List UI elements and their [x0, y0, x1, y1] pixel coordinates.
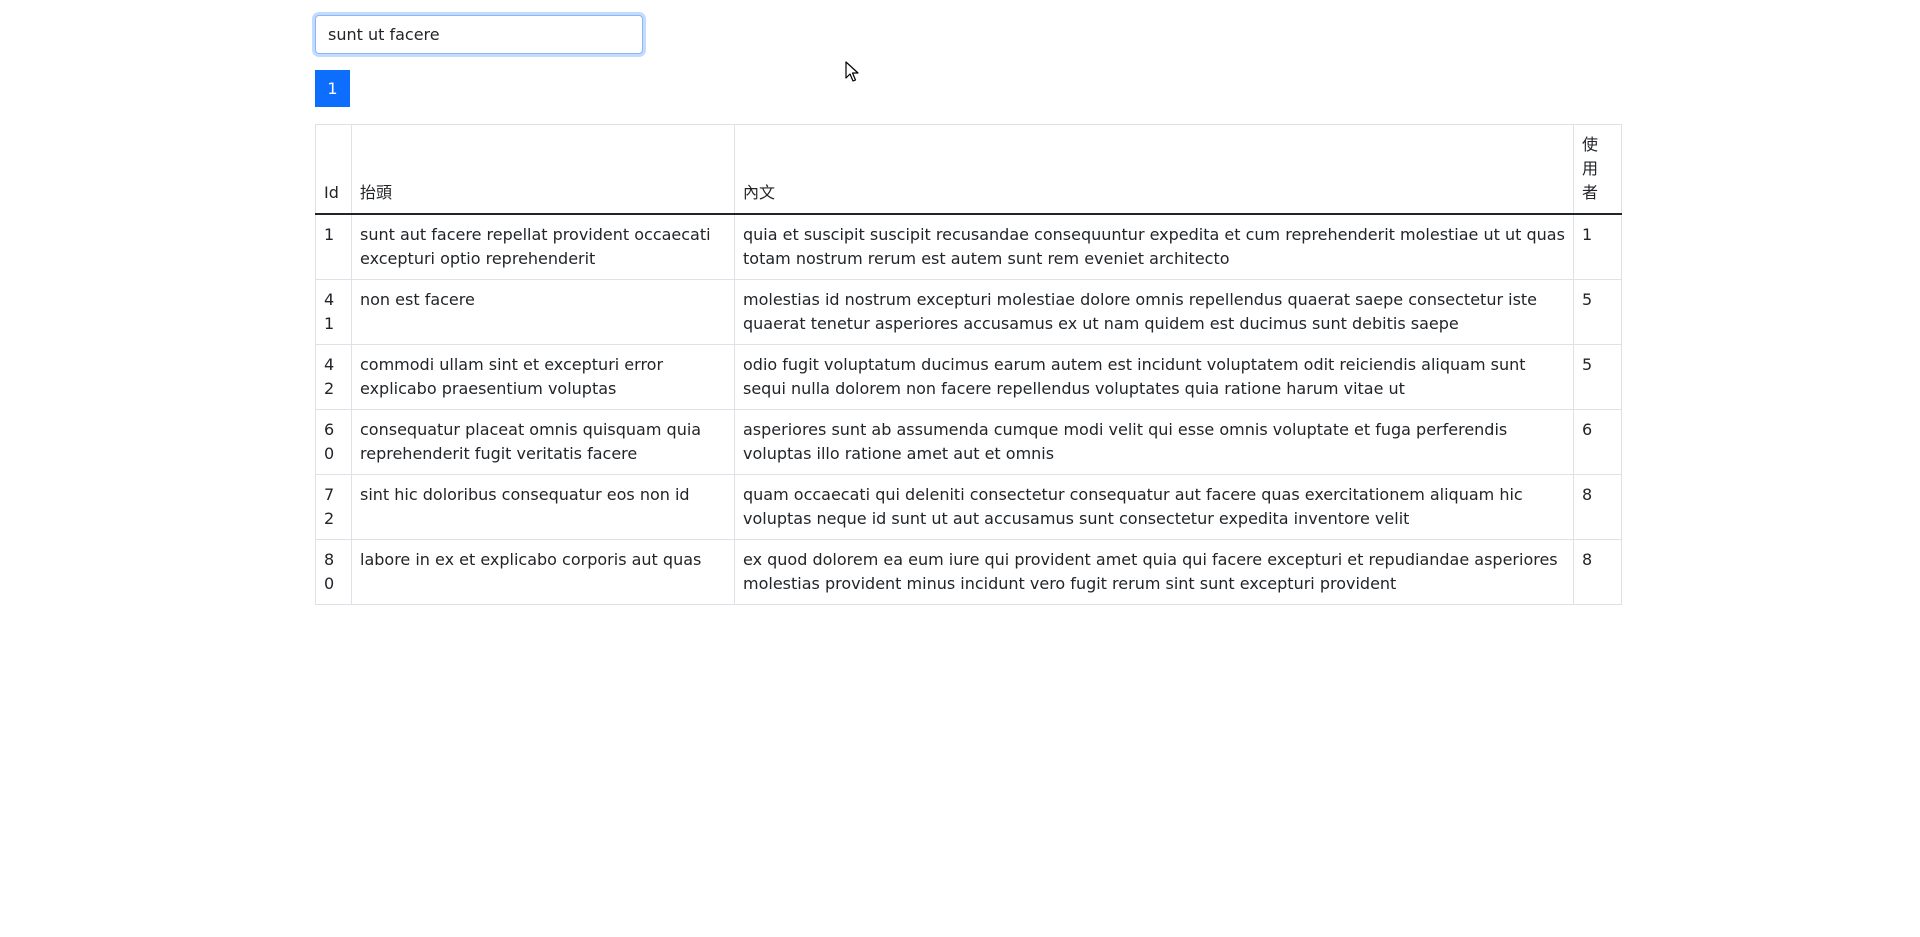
cell-title: non est facere: [351, 279, 735, 345]
cell-user: 1: [1573, 213, 1622, 280]
cell-body: quia et suscipit suscipit recusandae con…: [734, 213, 1574, 280]
table-row: 80 labore in ex et explicabo corporis au…: [315, 539, 1622, 605]
cell-title: consequatur placeat omnis quisquam quia …: [351, 409, 735, 475]
cell-id: 1: [315, 213, 352, 280]
header-user: 使用者: [1573, 124, 1622, 215]
cell-title: labore in ex et explicabo corporis aut q…: [351, 539, 735, 605]
table-row: 42 commodi ullam sint et excepturi error…: [315, 344, 1622, 410]
cell-id: 72: [315, 474, 352, 540]
header-id: Id: [315, 124, 352, 215]
cell-user: 5: [1573, 344, 1622, 410]
table-row: 60 consequatur placeat omnis quisquam qu…: [315, 409, 1622, 475]
table-row: 41 non est facere molestias id nostrum e…: [315, 279, 1622, 345]
cell-title: sunt aut facere repellat provident occae…: [351, 213, 735, 280]
cell-body: odio fugit voluptatum ducimus earum aute…: [734, 344, 1574, 410]
main-container: 1 Id 抬頭 內文 使用者 1 sunt aut facere repella…: [315, 15, 1622, 605]
cell-user: 6: [1573, 409, 1622, 475]
cell-id: 42: [315, 344, 352, 410]
cell-body: quam occaecati qui deleniti consectetur …: [734, 474, 1574, 540]
cell-title: sint hic doloribus consequatur eos non i…: [351, 474, 735, 540]
cell-body: asperiores sunt ab assumenda cumque modi…: [734, 409, 1574, 475]
cell-body: molestias id nostrum excepturi molestiae…: [734, 279, 1574, 345]
cell-title: commodi ullam sint et excepturi error ex…: [351, 344, 735, 410]
cell-user: 8: [1573, 539, 1622, 605]
table-row: 1 sunt aut facere repellat provident occ…: [315, 213, 1622, 280]
cell-id: 60: [315, 409, 352, 475]
cell-id: 41: [315, 279, 352, 345]
cell-id: 80: [315, 539, 352, 605]
table-header-row: Id 抬頭 內文 使用者: [315, 124, 1622, 215]
header-body: 內文: [734, 124, 1574, 215]
cell-body: ex quod dolorem ea eum iure qui providen…: [734, 539, 1574, 605]
header-title: 抬頭: [351, 124, 735, 215]
cell-user: 5: [1573, 279, 1622, 345]
search-input[interactable]: [315, 15, 643, 54]
posts-table: Id 抬頭 內文 使用者 1 sunt aut facere repellat …: [315, 124, 1622, 605]
mouse-cursor-icon: [845, 61, 859, 82]
pagination: 1: [315, 70, 1621, 107]
cell-user: 8: [1573, 474, 1622, 540]
page-button-1[interactable]: 1: [315, 70, 350, 107]
table-row: 72 sint hic doloribus consequatur eos no…: [315, 474, 1622, 540]
